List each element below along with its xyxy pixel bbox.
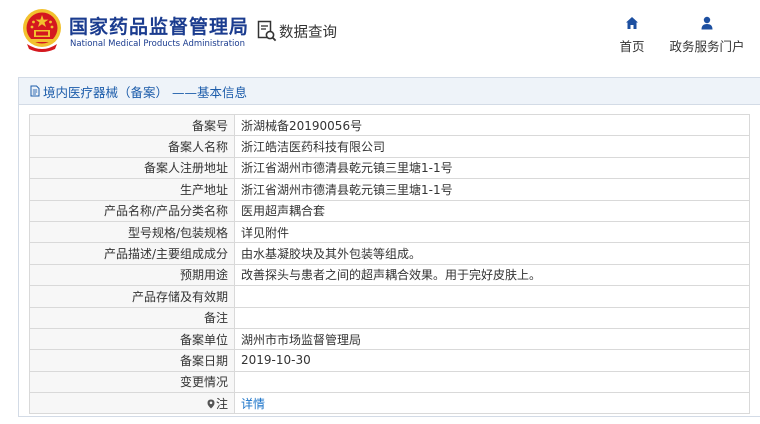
field-label: 备注: [29, 306, 235, 329]
field-label: 产品名称/产品分类名称: [29, 199, 235, 222]
field-label: 产品描述/主要组成成分: [29, 242, 235, 265]
document-search-icon: [257, 20, 277, 42]
table-row: 生产地址 浙江省湖州市德清县乾元镇三里塘1-1号: [29, 178, 750, 201]
site-title: 国家药品监督管理局: [69, 16, 250, 38]
table-row: 备案号 浙湖械备20190056号: [29, 113, 750, 137]
details-link[interactable]: 详情: [234, 392, 750, 415]
field-label: 型号规格/包装规格: [29, 220, 235, 244]
field-label: 备案日期: [29, 349, 235, 372]
field-value: [234, 370, 750, 394]
table-row: 备案单位 湖州市市场监督管理局: [29, 327, 750, 351]
field-value: 浙湖械备20190056号: [234, 113, 750, 137]
data-query-link[interactable]: 数据查询: [257, 20, 337, 42]
field-value: 浙江皓洁医药科技有限公司: [234, 135, 750, 158]
table-row: 预期用途 改善探头与患者之间的超声耦合效果。用于完好皮肤上。: [29, 263, 750, 287]
table-row: 产品名称/产品分类名称 医用超声耦合套: [29, 199, 750, 222]
nav-service-portal[interactable]: 政务服务门户: [667, 16, 747, 55]
field-value: 改善探头与患者之间的超声耦合效果。用于完好皮肤上。: [234, 263, 750, 287]
map-pin-icon: [207, 399, 215, 409]
table-row: 备案日期 2019-10-30: [29, 349, 750, 372]
nav-home[interactable]: 首页: [617, 16, 647, 55]
table-row: 备案人名称 浙江皓洁医药科技有限公司: [29, 135, 750, 158]
panel-title: 境内医疗器械（备案） ——基本信息: [43, 84, 247, 100]
field-value: [234, 306, 750, 329]
table-row: 变更情况: [29, 370, 750, 394]
table-row: 备注: [29, 306, 750, 329]
site-subtitle: National Medical Products Administration: [70, 39, 245, 49]
field-label: 预期用途: [29, 263, 235, 287]
national-emblem-icon: [23, 9, 61, 52]
home-icon: [626, 17, 638, 29]
field-label: 变更情况: [29, 370, 235, 394]
field-value: 详见附件: [234, 220, 750, 244]
field-label: 备案号: [29, 113, 235, 137]
field-value: 浙江省湖州市德清县乾元镇三里塘1-1号: [234, 178, 750, 201]
table-row: 备案人注册地址 浙江省湖州市德清县乾元镇三里塘1-1号: [29, 156, 750, 180]
field-value: 湖州市市场监督管理局: [234, 327, 750, 351]
user-icon: [701, 16, 713, 30]
panel-title-bar: 境内医疗器械（备案） ——基本信息: [19, 78, 760, 105]
field-value: 由水基凝胶块及其外包装等组成。: [234, 242, 750, 265]
field-label: 产品存储及有效期: [29, 285, 235, 308]
field-label: 备案人注册地址: [29, 156, 235, 180]
table-row: 型号规格/包装规格 详见附件: [29, 220, 750, 244]
document-icon: [30, 85, 40, 97]
field-value: 浙江省湖州市德清县乾元镇三里塘1-1号: [234, 156, 750, 180]
nav-service-portal-label: 政务服务门户: [669, 39, 745, 54]
nav-home-label: 首页: [619, 39, 645, 54]
table-row: 注 详情: [29, 392, 750, 415]
record-table: 备案号 浙湖械备20190056号 备案人名称 浙江皓洁医药科技有限公司 备案人…: [29, 113, 750, 415]
data-query-label: 数据查询: [279, 24, 337, 41]
note-label-cell: 注: [29, 392, 235, 415]
field-value: [234, 285, 750, 308]
table-row: 产品描述/主要组成成分 由水基凝胶块及其外包装等组成。: [29, 242, 750, 265]
field-value: 医用超声耦合套: [234, 199, 750, 222]
field-label: 生产地址: [29, 178, 235, 201]
field-label: 备案单位: [29, 327, 235, 351]
field-label: 备案人名称: [29, 135, 235, 158]
detail-panel: 境内医疗器械（备案） ——基本信息 备案号 浙湖械备20190056号 备案人名…: [18, 77, 760, 417]
site-header: 国家药品监督管理局 National Medical Products Admi…: [0, 0, 760, 64]
table-row: 产品存储及有效期: [29, 285, 750, 308]
field-label: 注: [215, 396, 228, 411]
field-value: 2019-10-30: [234, 349, 750, 372]
